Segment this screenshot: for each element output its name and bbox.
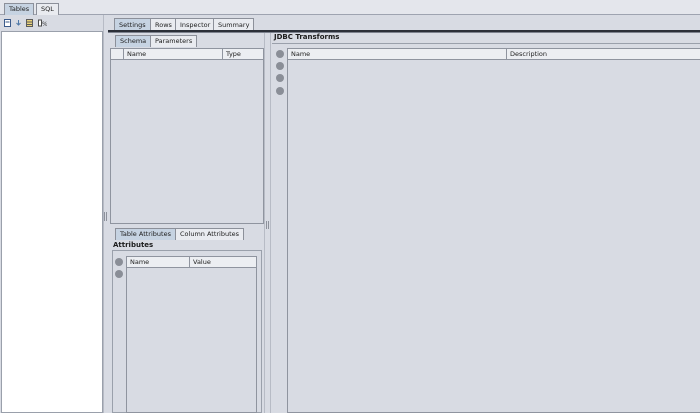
remove-attribute-icon[interactable] — [115, 270, 123, 278]
move-down-transform-icon[interactable] — [276, 87, 284, 95]
percent-icon[interactable]: % — [38, 19, 47, 27]
schema-table-header: Name Type — [111, 49, 263, 60]
center-splitter-grip[interactable] — [266, 221, 269, 229]
move-up-transform-icon[interactable] — [276, 74, 284, 82]
main-tab-rule — [108, 30, 700, 33]
jdbc-transforms-title: JDBC Transforms — [274, 33, 340, 41]
left-toolbar: % — [0, 15, 103, 31]
column-header-attr-value[interactable]: Value — [189, 257, 258, 267]
column-header-attr-name[interactable]: Name — [127, 257, 189, 267]
jdbc-transforms-table[interactable]: Name Description — [287, 48, 700, 413]
remove-transform-icon[interactable] — [276, 62, 284, 70]
attributes-title: Attributes — [113, 241, 154, 249]
tab-parameters[interactable]: Parameters — [150, 35, 198, 47]
column-header-description[interactable]: Description — [506, 49, 700, 59]
center-splitter[interactable] — [264, 33, 271, 413]
tab-table-attributes[interactable]: Table Attributes — [115, 228, 176, 240]
left-panel-grip[interactable] — [104, 213, 107, 221]
tab-sql[interactable]: SQL — [36, 3, 59, 15]
tab-tables[interactable]: Tables — [4, 3, 35, 15]
top-tab-bar: Tables SQL — [0, 0, 700, 15]
add-transform-icon[interactable] — [276, 50, 284, 58]
column-header-name[interactable]: Name — [123, 49, 222, 59]
new-table-icon[interactable] — [4, 19, 11, 27]
jdbc-table-header: Name Description — [288, 49, 700, 60]
schema-table[interactable]: Name Type — [110, 48, 264, 224]
grid-view-icon[interactable] — [26, 19, 33, 27]
column-header-transform-name[interactable]: Name — [288, 49, 506, 59]
refresh-icon[interactable] — [15, 19, 22, 27]
main-tab-bar: Settings Rows Inspector Summary — [108, 17, 700, 31]
tab-column-attributes[interactable]: Column Attributes — [175, 228, 245, 240]
add-attribute-icon[interactable] — [115, 258, 123, 266]
column-header-type[interactable]: Type — [222, 49, 264, 59]
tab-schema[interactable]: Schema — [115, 35, 152, 47]
table-tree[interactable] — [1, 31, 103, 413]
attributes-table-header: Name Value — [127, 257, 256, 268]
attributes-table[interactable]: Name Value — [126, 256, 257, 413]
svg-text:%: % — [42, 21, 47, 27]
